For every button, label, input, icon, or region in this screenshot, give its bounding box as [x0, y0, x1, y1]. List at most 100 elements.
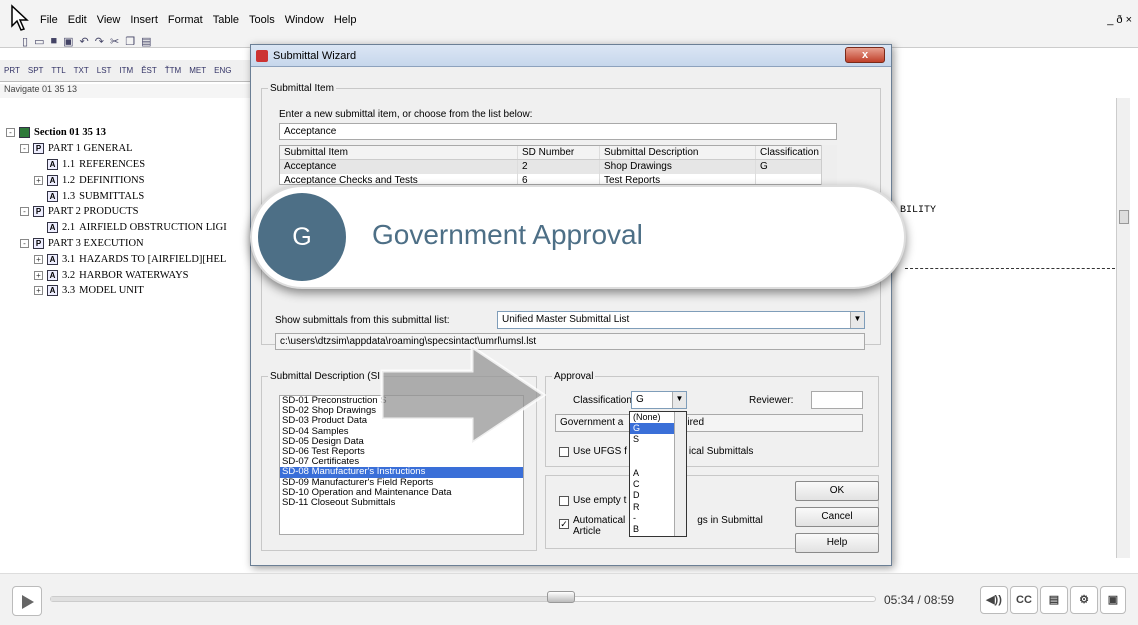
tree-node[interactable]: + A 1.2 DEFINITIONS — [6, 172, 256, 188]
column-header[interactable]: Submittal Item — [280, 146, 518, 159]
table-row[interactable]: Acceptance 2 Shop Drawings G — [280, 160, 836, 174]
node-number: 3.1 — [62, 253, 76, 265]
tree-node[interactable]: - P PART 2 PRODUCTS — [6, 204, 256, 220]
tag-button[interactable]: TTL — [51, 66, 65, 75]
node-label: MODEL UNIT — [79, 285, 144, 297]
node-type-icon: A — [47, 158, 58, 170]
menu-item[interactable]: Insert — [130, 14, 158, 26]
expand-icon[interactable]: + — [34, 270, 43, 280]
tag-button[interactable]: ITM — [119, 66, 133, 75]
submittal-wizard-dialog: Submittal Wizard x Submittal Item Enter … — [250, 44, 892, 566]
automatic-tags-checkbox[interactable]: ✓ — [559, 519, 569, 529]
tag-button[interactable]: MET — [189, 66, 206, 75]
node-type-icon: A — [47, 174, 58, 186]
dialog-title: Submittal Wizard — [273, 50, 357, 62]
classification-dropdown[interactable]: (None) G S A C D R - B — [629, 411, 687, 537]
submittal-item-input[interactable]: Acceptance — [279, 123, 837, 140]
open-icon[interactable]: ▭ — [34, 35, 44, 48]
column-header[interactable]: Submittal Description — [600, 146, 756, 159]
dropdown-scrollbar[interactable] — [674, 412, 686, 536]
collapse-icon[interactable]: - — [6, 128, 15, 138]
window-controls[interactable]: _ ð × — [1107, 14, 1132, 26]
print-icon[interactable]: ▣ — [63, 35, 73, 48]
tree-node[interactable]: + A 3.1 HAZARDS TO [AIRFIELD][HEL — [6, 251, 256, 267]
tree-node[interactable]: - P PART 3 EXECUTION — [6, 236, 256, 252]
chevron-down-icon[interactable]: ▼ — [850, 312, 864, 328]
use-ufgs-checkbox[interactable] — [559, 447, 569, 457]
table-scrollbar[interactable] — [821, 145, 837, 185]
tag-button[interactable]: PRT — [4, 66, 20, 75]
time-display: 05:34 / 08:59 — [884, 593, 955, 607]
submittal-list-select[interactable]: Unified Master Submittal List ▼ — [497, 311, 865, 329]
dialog-titlebar[interactable]: Submittal Wizard x — [251, 45, 891, 67]
expand-icon[interactable]: + — [34, 254, 43, 264]
tree-node[interactable]: A 1.3 SUBMITTALS — [6, 188, 256, 204]
tree-node[interactable]: A 1.1 REFERENCES — [6, 157, 256, 173]
cut-icon[interactable]: ✂ — [110, 35, 119, 48]
tag-button[interactable]: ĚST — [141, 66, 157, 75]
menu-item[interactable]: Format — [168, 14, 203, 26]
classification-value: G — [636, 394, 644, 405]
tag-button[interactable]: LST — [97, 66, 112, 75]
ok-button[interactable]: OK — [795, 481, 879, 501]
node-number: 1.2 — [62, 174, 76, 186]
tree-node[interactable]: - P PART 1 GENERAL — [6, 141, 256, 157]
close-button[interactable]: x — [845, 47, 885, 63]
cc-button[interactable]: CC — [1010, 586, 1038, 614]
undo-icon[interactable]: ↶ — [80, 35, 89, 48]
menu-item[interactable]: File — [40, 14, 58, 26]
menu-item[interactable]: Tools — [249, 14, 275, 26]
table-row[interactable]: Acceptance Checks and Tests 6 Test Reports — [280, 174, 836, 184]
menu-item[interactable]: Edit — [68, 14, 87, 26]
tag-button[interactable]: ŤTM — [165, 66, 181, 75]
paste-icon[interactable]: ▤ — [141, 35, 151, 48]
seek-handle[interactable] — [546, 591, 575, 603]
gear-icon[interactable]: ⚙ — [1070, 586, 1098, 614]
column-header[interactable]: SD Number — [518, 146, 600, 159]
classification-select[interactable]: G ▼ — [631, 391, 687, 409]
submittal-item-table[interactable]: Submittal Item SD Number Submittal Descrip… — [279, 145, 837, 185]
cancel-button[interactable]: Cancel — [795, 507, 879, 527]
help-button[interactable]: Help — [795, 533, 879, 553]
node-type-icon: A — [47, 269, 58, 281]
list-item[interactable]: SD-08 Manufacturer's Instructions — [280, 467, 523, 478]
wizard-icon — [256, 50, 268, 62]
submittal-item-legend: Submittal Item — [270, 83, 334, 94]
menu-item[interactable]: Help — [334, 14, 357, 26]
menu-item[interactable]: View — [97, 14, 121, 26]
tree-node[interactable]: - Section 01 35 13 — [6, 125, 256, 141]
volume-icon[interactable]: ◀)) — [980, 586, 1008, 614]
menu-item[interactable]: Table — [213, 14, 239, 26]
seek-bar[interactable] — [50, 591, 876, 603]
node-label: SUBMITTALS — [79, 190, 145, 202]
list-item[interactable]: SD-11 Closeout Submittals — [280, 497, 523, 508]
collapse-icon[interactable]: - — [20, 238, 29, 248]
save-icon[interactable]: ■ — [50, 35, 57, 47]
copy-icon[interactable]: ❐ — [125, 35, 135, 48]
tree-node[interactable]: A 2.1 AIRFIELD OBSTRUCTION LIGI — [6, 220, 256, 236]
collapse-icon[interactable]: - — [20, 144, 29, 154]
scroll-thumb[interactable] — [1119, 210, 1129, 224]
table-cell: 6 — [518, 174, 600, 184]
vertical-scrollbar[interactable] — [1116, 98, 1130, 558]
menu-item[interactable]: Window — [285, 14, 324, 26]
reviewer-label: Reviewer: — [749, 395, 794, 406]
tag-button[interactable]: SPT — [28, 66, 44, 75]
tag-button[interactable]: ENG — [214, 66, 231, 75]
node-label: AIRFIELD OBSTRUCTION LIGI — [79, 222, 227, 234]
use-empty-checkbox[interactable] — [559, 496, 569, 506]
transcript-icon[interactable]: ▤ — [1040, 586, 1068, 614]
play-button[interactable] — [12, 586, 42, 616]
table-cell: Acceptance Checks and Tests — [280, 174, 518, 184]
collapse-icon[interactable]: - — [20, 207, 29, 217]
fullscreen-icon[interactable]: ▣ — [1100, 586, 1126, 614]
expand-icon[interactable]: + — [34, 286, 43, 296]
chevron-down-icon[interactable]: ▼ — [672, 392, 686, 408]
reviewer-input[interactable] — [811, 391, 863, 409]
expand-icon[interactable]: + — [34, 175, 43, 185]
tag-button[interactable]: TXT — [74, 66, 89, 75]
tree-node[interactable]: + A 3.3 MODEL UNIT — [6, 283, 256, 299]
new-icon[interactable]: ▯ — [22, 35, 28, 48]
tree-node[interactable]: + A 3.2 HARBOR WATERWAYS — [6, 267, 256, 283]
redo-icon[interactable]: ↷ — [95, 35, 104, 48]
